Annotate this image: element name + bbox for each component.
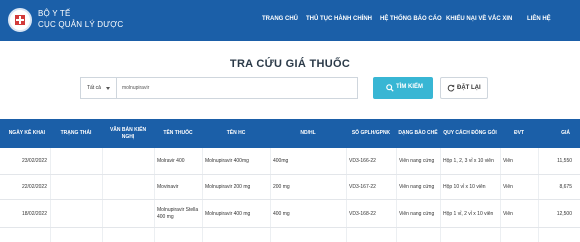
table-row[interactable]: 18/02/2022 Molnupiravir Stella 400 mg Mo… (0, 200, 580, 228)
cell-recommendation (102, 148, 154, 175)
cell-active-ingredient: Molnupiravir 200 mg (205, 184, 251, 190)
cell-active-ingredient: Molnupiravir 400 mg (205, 210, 251, 217)
col-active-ingredient[interactable]: TÊN HC (202, 119, 270, 148)
col-unit[interactable]: ĐVT (500, 119, 538, 148)
col-status[interactable]: TRẠNG THÁI (50, 119, 102, 148)
col-strength[interactable]: ND/HL (270, 119, 346, 148)
cell-status (50, 175, 102, 200)
top-navigation-bar: BỘ Y TẾ CỤC QUẢN LÝ DƯỢC TRANG CHỦ THỦ T… (0, 0, 580, 41)
col-dosage-form[interactable]: DẠNG BÀO CHẾ (396, 119, 440, 148)
cell-price: 11,550 (557, 158, 572, 164)
col-registration-number[interactable]: SỐ GPLH/GPNK (346, 119, 396, 148)
cell-unit: Viên (503, 184, 513, 190)
col-packaging[interactable]: QUY CÁCH ĐÓNG GÓI (440, 119, 500, 148)
nav-vaccine-complaints[interactable]: KHIẾU NẠI VỀ VẮC XIN (446, 16, 512, 22)
cell-recommendation (102, 175, 154, 200)
cell-dosage-form: Viên nang cứng (399, 184, 435, 190)
search-icon (386, 84, 394, 92)
cell-active-ingredient: Molnupiravir 400mg (205, 158, 249, 164)
cell-dosage-form: Viên nang cứng (399, 158, 435, 164)
nav-home[interactable]: TRANG CHỦ (262, 16, 298, 22)
search-button-label: TÌM KIẾM (396, 84, 423, 90)
cell-date: 22/02/2022 (21, 184, 47, 190)
nav-administrative-procedures[interactable]: THỦ TỤC HÀNH CHÍNH (306, 16, 372, 22)
results-table-header: NGÀY KÊ KHAI TRẠNG THÁI VĂN BẢN KIẾN NGH… (0, 119, 580, 148)
cell-drug-name: Molravir 400 (157, 158, 185, 164)
reset-icon (447, 84, 455, 92)
search-bar: Tất cả molnupiravir (80, 77, 358, 99)
cell-registration-number: VD3-168-22 (349, 210, 376, 217)
col-price[interactable]: GIÁ (538, 119, 580, 148)
col-drug-name[interactable]: TÊN THUỐC (154, 119, 202, 148)
cell-date: 18/02/2022 (21, 210, 47, 217)
cell-registration-number: VD3-166-22 (349, 158, 376, 164)
nav-reporting-system[interactable]: HỆ THỐNG BÁO CÁO (380, 16, 442, 22)
org-name-line2: CỤC QUẢN LÝ DƯỢC (38, 20, 124, 29)
cell-strength: 400mg (273, 158, 289, 164)
cell-strength: 400 mg (273, 210, 290, 217)
cell-packaging: Hộp 1 vỉ, 2 vỉ x 10 viên (443, 210, 494, 217)
org-name-line1: BỘ Y TẾ (38, 9, 71, 18)
reset-button-label: ĐẶT LẠI (457, 85, 481, 91)
cell-date: 23/02/2022 (21, 158, 47, 164)
cell-packaging: Hộp 10 vỉ x 10 viên (443, 184, 486, 190)
filter-select-value: Tất cả (87, 85, 101, 91)
col-recommendation-doc[interactable]: VĂN BẢN KIẾN NGHỊ (102, 119, 154, 148)
chevron-down-icon (106, 87, 110, 90)
cell-unit: Viên (503, 158, 513, 164)
cell-registration-number: VD3-167-22 (349, 184, 376, 190)
cell-strength: 200 mg (273, 184, 290, 190)
table-row[interactable]: 23/02/2022 Molravir 400 Molnupiravir 400… (0, 148, 580, 175)
filter-select[interactable]: Tất cả (81, 78, 117, 98)
cell-recommendation (102, 200, 154, 228)
cell-status (50, 148, 102, 175)
reset-button[interactable]: ĐẶT LẠI (440, 77, 488, 99)
cell-dosage-form: Viên nang cứng (399, 210, 435, 217)
cell-price: 8,675 (559, 184, 572, 190)
cell-status (50, 200, 102, 228)
cell-packaging: Hộp 1, 2, 3 vỉ x 10 viên (443, 158, 494, 164)
cell-price: 12,500 (556, 210, 572, 217)
table-row[interactable]: 22/02/2022 Movinavir Molnupiravir 200 mg… (0, 175, 580, 200)
page-title: TRA CỨU GIÁ THUỐC (229, 58, 351, 70)
col-declaration-date[interactable]: NGÀY KÊ KHAI (0, 119, 50, 148)
search-button[interactable]: TÌM KIẾM (373, 77, 433, 99)
cell-drug-name: Movinavir (157, 184, 179, 190)
ministry-logo-icon[interactable] (8, 8, 32, 32)
cell-unit: Viên (503, 210, 513, 217)
nav-contact[interactable]: LIÊN HỆ (527, 16, 551, 22)
search-input[interactable]: molnupiravir (122, 85, 149, 91)
cell-drug-name: Molnupiravir Stella 400 mg (157, 207, 199, 220)
